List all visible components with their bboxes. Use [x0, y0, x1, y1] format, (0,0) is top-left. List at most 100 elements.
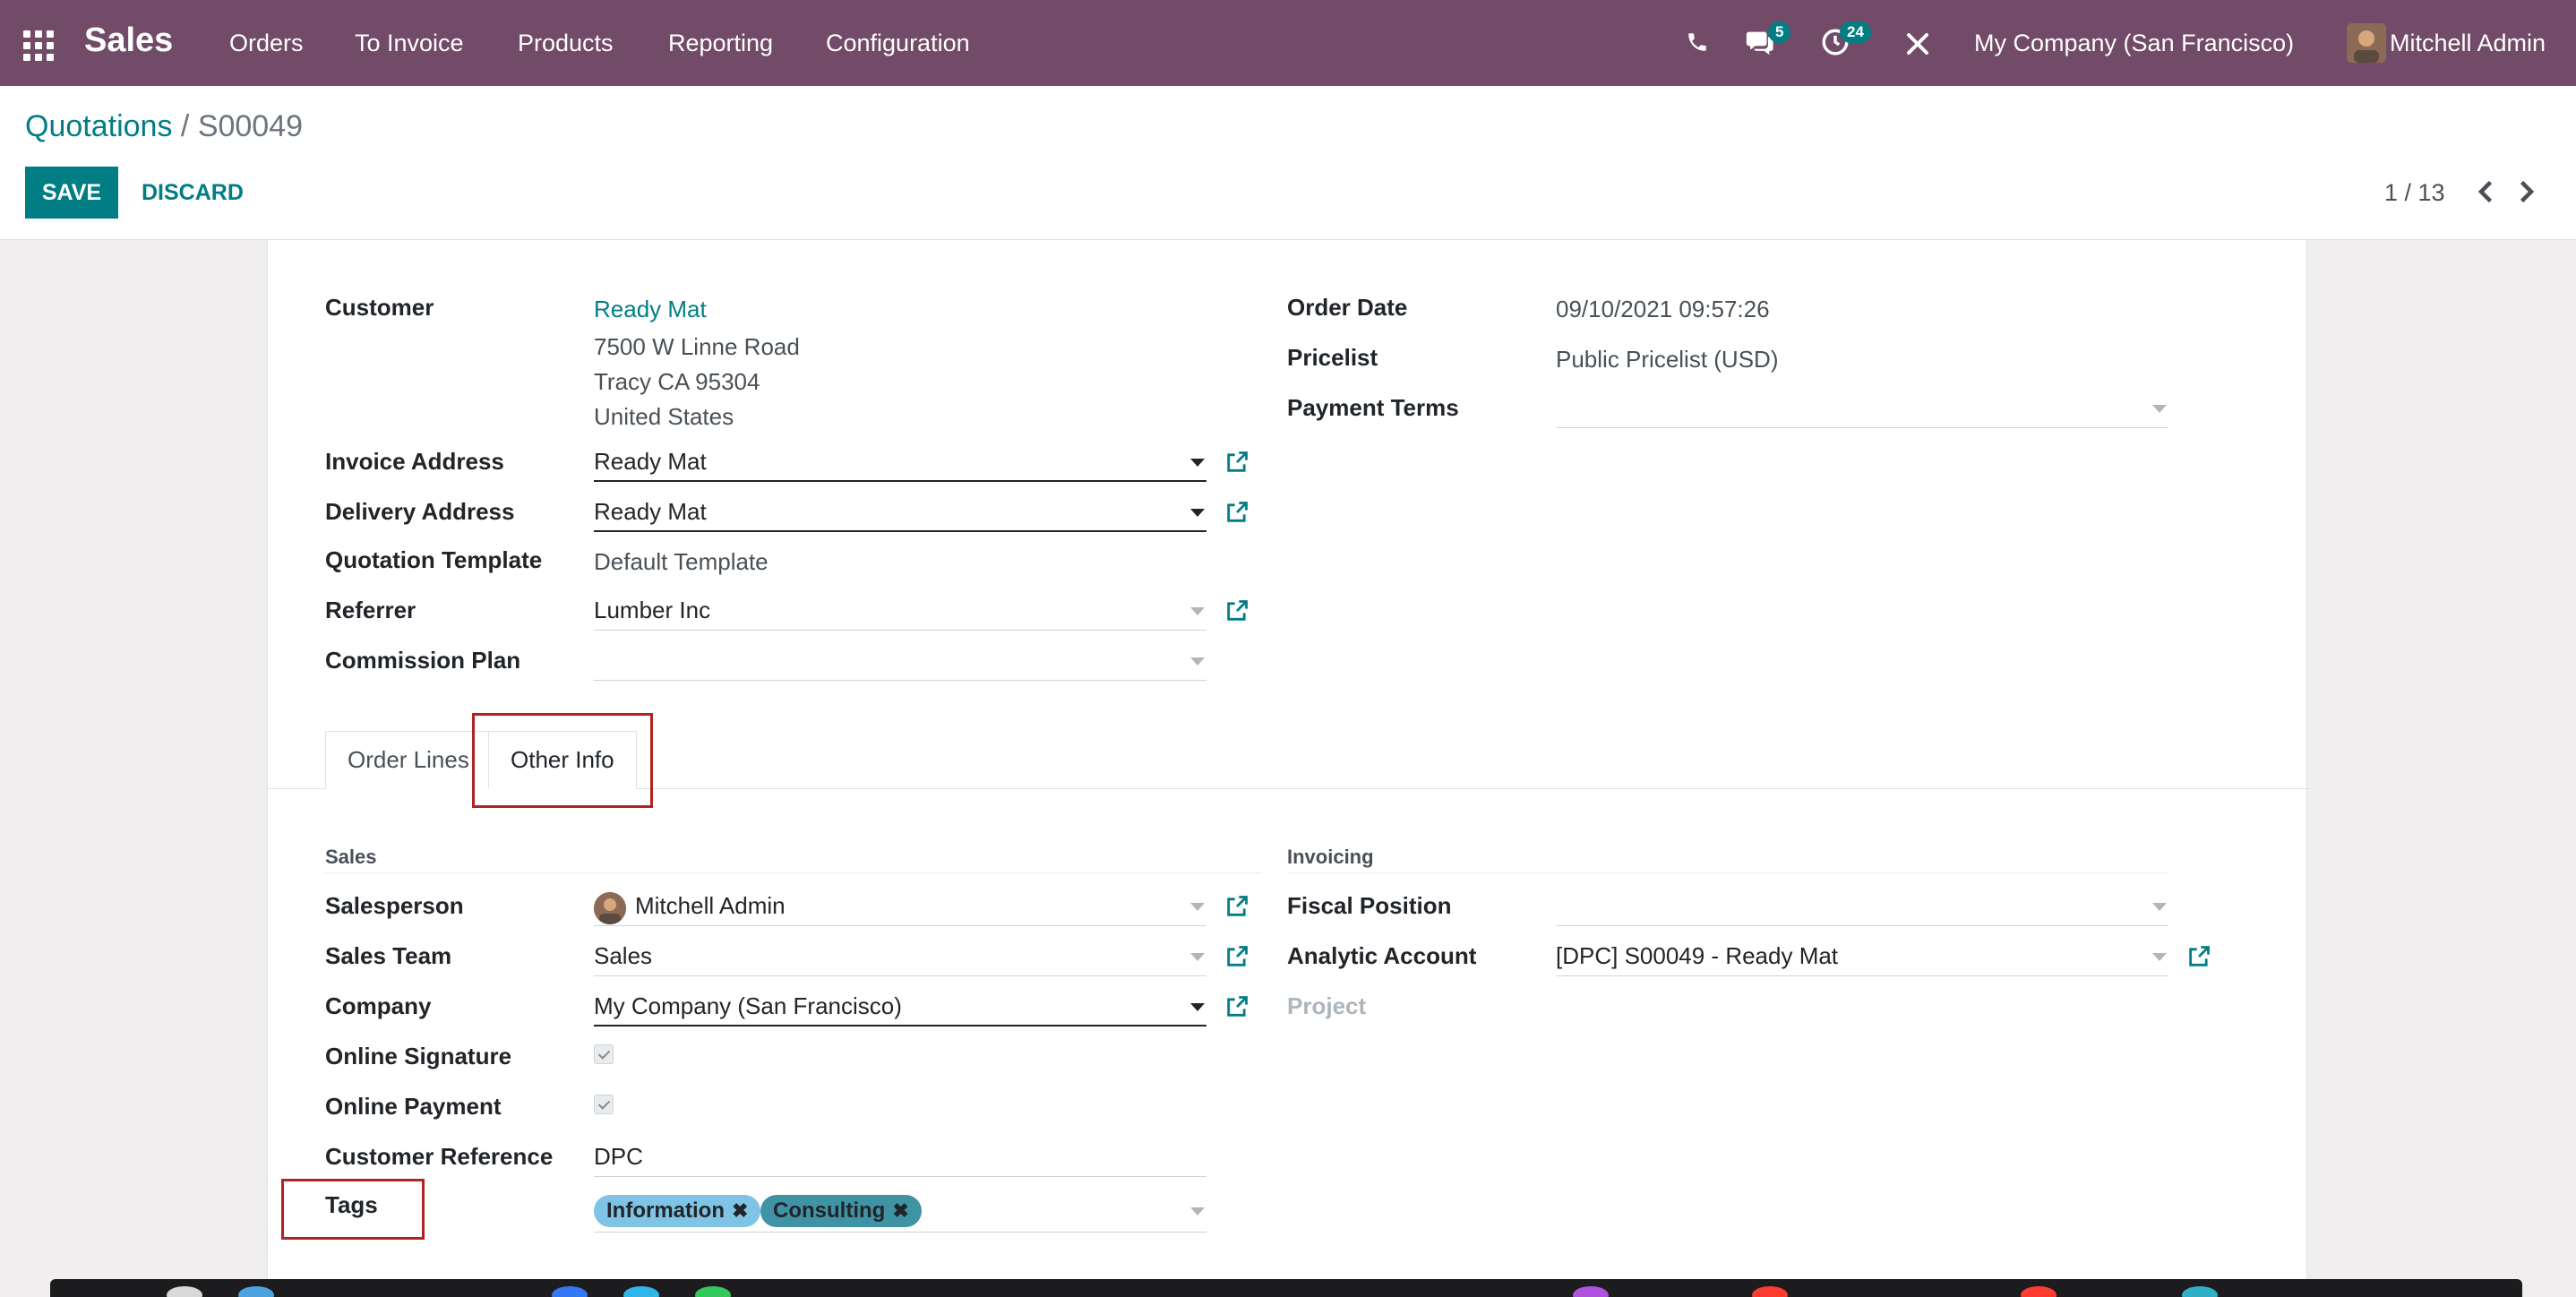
dock-app-icon[interactable] — [238, 1286, 274, 1297]
invoice-address-field[interactable]: Ready Mat — [594, 444, 1206, 482]
salesperson-label: Salesperson — [325, 892, 464, 919]
company-field[interactable]: My Company (San Francisco) — [594, 989, 1206, 1026]
customer-reference-value: DPC — [594, 1143, 643, 1170]
customer-address-line1: 7500 W Linne Road — [594, 333, 800, 360]
chevron-down-icon[interactable] — [1190, 509, 1205, 517]
referrer-field[interactable]: Lumber Inc — [594, 593, 1206, 631]
app-name[interactable]: Sales — [84, 21, 173, 60]
dock-app-icon[interactable] — [552, 1286, 588, 1297]
customer-reference-input[interactable]: DPC — [594, 1139, 1206, 1177]
referrer-label: Referrer — [325, 597, 416, 623]
chevron-down-icon[interactable] — [1190, 903, 1205, 911]
user-menu[interactable]: Mitchell Admin — [2390, 30, 2546, 57]
analytic-account-label: Analytic Account — [1287, 942, 1477, 969]
delivery-address-label: Delivery Address — [325, 498, 515, 525]
order-date-label: Order Date — [1287, 294, 1408, 321]
online-signature-label: Online Signature — [325, 1043, 512, 1069]
tag-consulting: Consulting ✖ — [760, 1195, 922, 1227]
payment-terms-field[interactable] — [1556, 391, 2168, 428]
dock-app-icon[interactable] — [1573, 1286, 1609, 1297]
external-link-icon[interactable] — [2186, 944, 2211, 969]
invoicing-section-title: Invoicing — [1287, 846, 1374, 868]
control-panel: Quotations / S00049 SAVE DISCARD 1 / 13 — [0, 86, 2576, 240]
quotation-template-label: Quotation Template — [325, 546, 543, 573]
delivery-address-field[interactable]: Ready Mat — [594, 494, 1206, 532]
dock-app-icon[interactable] — [695, 1286, 731, 1297]
tag-label: Consulting — [773, 1198, 886, 1223]
chevron-down-icon[interactable] — [1190, 953, 1205, 961]
dock-app-icon[interactable] — [167, 1286, 202, 1297]
external-link-icon[interactable] — [1224, 450, 1249, 475]
online-signature-checkbox[interactable] — [594, 1044, 614, 1064]
remove-tag-icon[interactable]: ✖ — [732, 1199, 748, 1222]
chevron-down-icon[interactable] — [2152, 953, 2167, 961]
external-link-icon[interactable] — [1224, 598, 1249, 623]
invoice-address-value: Ready Mat — [594, 448, 707, 475]
external-link-icon[interactable] — [1224, 500, 1249, 525]
chevron-down-icon[interactable] — [1190, 607, 1205, 615]
tab-highlight-box — [472, 713, 653, 808]
chevron-down-icon[interactable] — [1190, 657, 1205, 666]
tags-field[interactable]: Information ✖ Consulting ✖ — [594, 1190, 1206, 1233]
tab-order-lines[interactable]: Order Lines — [325, 731, 492, 789]
quotation-template-value: Default Template — [594, 548, 769, 575]
customer-link[interactable]: Ready Mat — [594, 296, 707, 323]
customer-address-line3: United States — [594, 403, 734, 430]
pager-previous-icon[interactable] — [2470, 176, 2503, 208]
menu-products[interactable]: Products — [518, 30, 614, 57]
chevron-down-icon[interactable] — [2152, 405, 2167, 413]
phone-icon[interactable] — [1686, 27, 1709, 62]
dock-app-icon[interactable] — [2021, 1286, 2057, 1297]
menu-reporting[interactable]: Reporting — [668, 30, 773, 57]
external-link-icon[interactable] — [1224, 894, 1249, 919]
external-link-icon[interactable] — [1224, 994, 1249, 1019]
payment-terms-label: Payment Terms — [1287, 394, 1459, 421]
chevron-down-icon[interactable] — [1190, 1003, 1205, 1011]
section-divider — [1287, 872, 2168, 873]
invoice-address-label: Invoice Address — [325, 448, 504, 475]
analytic-account-value: [DPC] S00049 - Ready Mat — [1556, 942, 1839, 969]
dock-app-icon[interactable] — [2182, 1286, 2218, 1297]
menu-orders[interactable]: Orders — [229, 30, 304, 57]
top-navbar: Sales Orders To Invoice Products Reporti… — [0, 0, 2576, 86]
online-payment-label: Online Payment — [325, 1093, 502, 1120]
company-switcher[interactable]: My Company (San Francisco) — [1974, 30, 2294, 57]
project-label: Project — [1287, 992, 1367, 1019]
customer-reference-label: Customer Reference — [325, 1143, 554, 1170]
pricelist-value: Public Pricelist (USD) — [1556, 346, 1779, 373]
menu-configuration[interactable]: Configuration — [826, 30, 970, 57]
sales-team-value: Sales — [594, 942, 653, 969]
menu-to-invoice[interactable]: To Invoice — [355, 30, 464, 57]
analytic-account-field[interactable]: [DPC] S00049 - Ready Mat — [1556, 939, 2168, 976]
chevron-down-icon[interactable] — [1190, 459, 1205, 467]
referrer-value: Lumber Inc — [594, 597, 711, 623]
save-button[interactable]: SAVE — [25, 167, 118, 219]
salesperson-field[interactable]: Mitchell Admin — [594, 889, 1206, 926]
sales-team-field[interactable]: Sales — [594, 939, 1206, 976]
delivery-address-value: Ready Mat — [594, 498, 707, 525]
pager-value[interactable]: 1 / 13 — [2384, 179, 2445, 207]
remove-tag-icon[interactable]: ✖ — [892, 1199, 908, 1222]
form-sheet: Customer Ready Mat 7500 W Linne Road Tra… — [267, 240, 2308, 1279]
dock-app-icon[interactable] — [623, 1286, 659, 1297]
apps-menu-icon[interactable] — [23, 30, 54, 61]
online-payment-checkbox[interactable] — [594, 1095, 614, 1114]
user-avatar[interactable] — [2347, 23, 2386, 63]
order-date-value: 09/10/2021 09:57:26 — [1556, 296, 1770, 322]
dock-app-icon[interactable] — [1752, 1286, 1788, 1297]
discard-button[interactable]: DISCARD — [134, 167, 251, 219]
salesperson-avatar — [594, 892, 626, 924]
external-link-icon[interactable] — [1224, 944, 1249, 969]
messages-badge: 5 — [1768, 21, 1791, 43]
customer-address-line2: Tracy CA 95304 — [594, 368, 760, 395]
sales-team-label: Sales Team — [325, 942, 452, 969]
commission-plan-field[interactable] — [594, 643, 1206, 681]
breadcrumb: Quotations / S00049 — [25, 109, 303, 144]
debug-tools-icon[interactable] — [1904, 30, 1931, 62]
chevron-down-icon[interactable] — [2152, 903, 2167, 911]
fiscal-position-field[interactable] — [1556, 889, 2168, 926]
section-divider — [325, 872, 1262, 873]
pager-next-icon[interactable] — [2510, 176, 2542, 208]
chevron-down-icon[interactable] — [1190, 1207, 1205, 1215]
breadcrumb-quotations[interactable]: Quotations — [25, 109, 172, 143]
